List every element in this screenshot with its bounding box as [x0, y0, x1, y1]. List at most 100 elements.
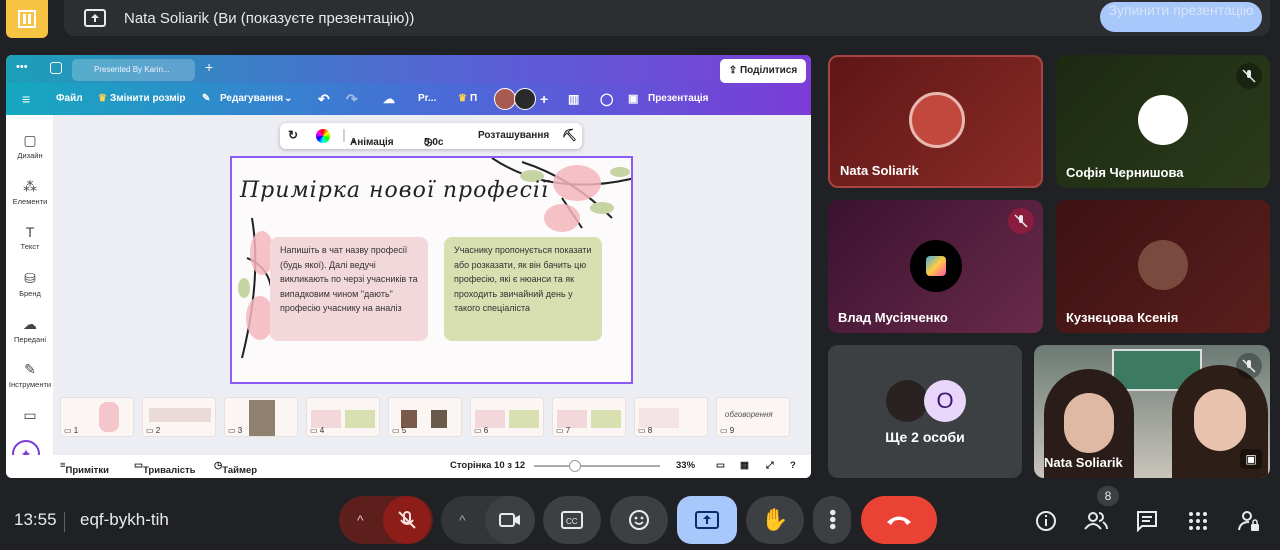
chat-button[interactable] [1134, 508, 1160, 534]
pip-icon[interactable]: ▣ [1240, 449, 1262, 469]
meeting-info-button[interactable] [1033, 508, 1059, 534]
shared-canva-window: ••• Presented By Karin... + – ⧉ ✕ ≡ Файл… [6, 55, 811, 478]
duration-footer-button[interactable]: ▭ Тривалість [134, 460, 196, 476]
brand-icon: ⛁ [24, 270, 36, 286]
thumbnail[interactable]: ▭ 3 [224, 397, 298, 437]
present-button[interactable]: Презентація [648, 83, 709, 115]
more-options-button[interactable]: ••• [813, 496, 851, 544]
mic-off-icon [1236, 353, 1262, 379]
rail-folder[interactable]: ▭ [6, 407, 54, 426]
add-collaborator-icon[interactable]: + [540, 83, 548, 115]
stop-presenting-button[interactable]: Зупинити презентацію [1100, 2, 1262, 32]
emoji-button[interactable] [610, 496, 668, 544]
pencil-icon: ✎ [202, 93, 211, 104]
captions-button[interactable]: CC [543, 496, 601, 544]
menu-resize[interactable]: Змінити розмір [110, 83, 186, 115]
present-screen-button[interactable] [677, 496, 737, 544]
comment-icon: ▭ 1 [64, 426, 79, 435]
rail-tools[interactable]: ✎ Інструменти [6, 361, 54, 389]
thumbnail[interactable]: ▭ 6 [470, 397, 544, 437]
share-button[interactable]: ⇪ Поділитися [720, 59, 806, 83]
zoom-level: 33% [676, 460, 696, 471]
more-participants-tile[interactable]: O Ще 2 особи [828, 345, 1022, 478]
thumbnail[interactable]: ▭ 7 [552, 397, 626, 437]
mic-toggle-button[interactable] [383, 496, 431, 544]
rail-elements[interactable]: ⁂ Елементи [6, 178, 54, 206]
present-icon: ▣ [628, 93, 639, 105]
present-screen-icon [695, 511, 719, 529]
present-screen-icon [80, 6, 110, 30]
menu-file[interactable]: Файл [56, 83, 83, 115]
zoom-slider-track[interactable] [534, 465, 660, 467]
avatar-image [926, 256, 946, 276]
share-label: Поділитися [739, 65, 798, 76]
current-slide[interactable]: Примірка нової професії Напишіть в чат н… [230, 156, 633, 384]
rail-text[interactable]: T Текст [6, 224, 54, 251]
color-wheel-icon[interactable] [316, 129, 330, 143]
new-tab-icon[interactable]: + [205, 59, 213, 75]
redo-icon[interactable]: ↷ [346, 83, 358, 115]
menu-editing[interactable]: Редагування [220, 83, 283, 115]
canva-footer: ≡ Примітки ▭ Тривалість ◷ Таймер Сторінк… [6, 455, 811, 478]
notes-button[interactable]: ≡ Примітки [60, 460, 109, 476]
camera-control: ^ [441, 496, 535, 544]
comment-icon: ▭ 7 [556, 426, 571, 435]
participant-tile[interactable]: Nata Soliarik [828, 55, 1043, 188]
design-icon: ▢ [23, 132, 37, 148]
duration-footer-label: Тривалість [142, 465, 196, 476]
raise-hand-button[interactable]: ✋ [746, 496, 804, 544]
canva-side-rail: ▢ Дизайн ⁂ Елементи T Текст ⛁ Бренд ☁ Передан… [6, 115, 54, 455]
timer-button[interactable]: ◷ Таймер [214, 460, 257, 476]
undo-icon[interactable]: ↶ [318, 83, 330, 115]
comment-icon[interactable]: ◯ [600, 83, 613, 115]
camera-toggle-button[interactable] [485, 496, 535, 544]
element-toolbar: ↻ | ◔ Анімація ◷ 5.0с Розташування ⛏ [280, 123, 582, 149]
people-button[interactable] [1083, 508, 1109, 534]
chevron-down-icon[interactable]: ⌄ [284, 83, 292, 115]
rail-brand[interactable]: ⛁ Бренд [6, 270, 54, 298]
rail-design[interactable]: ▢ Дизайн [6, 132, 54, 160]
participant-tile-camera[interactable]: Nata Soliarik ▣ [1034, 345, 1270, 478]
thumb-number: 7 [565, 426, 571, 435]
upload-icon: ☁ [23, 316, 37, 332]
browser-tab-bar: ••• Presented By Karin... + – ⧉ ✕ [6, 55, 811, 83]
activities-button[interactable] [1185, 508, 1211, 534]
paint-roller-icon[interactable]: ⛏ [562, 128, 577, 142]
chevron-up-icon[interactable]: ^ [459, 512, 466, 528]
participant-tile[interactable]: Влад Мусіяченко [828, 200, 1043, 333]
hamburger-icon[interactable]: ≡ [22, 83, 30, 115]
thumbnail[interactable]: ▭ 2 [142, 397, 216, 437]
avatar [910, 240, 962, 292]
fullscreen-icon[interactable]: ⤢ [766, 460, 774, 471]
participant-tile[interactable]: Софія Чернишова [1056, 55, 1270, 188]
thumbnail[interactable]: ▭ 8 [634, 397, 708, 437]
chat-icon [1137, 511, 1157, 532]
rail-uploads[interactable]: ☁ Передані [6, 316, 54, 344]
position-button[interactable]: Розташування [478, 130, 549, 141]
collaborator-avatar-1[interactable] [494, 88, 516, 110]
collaborator-avatar-2[interactable] [514, 88, 536, 110]
thumbnail[interactable]: обговорення ▭ 9 [716, 397, 790, 437]
end-call-button[interactable] [861, 496, 937, 544]
thumbnail[interactable]: ▭ 1 [60, 397, 134, 437]
thumb-number: 2 [155, 426, 161, 435]
comment-icon: ▭ 2 [146, 426, 161, 435]
menu-project-short[interactable]: П [470, 83, 477, 115]
participant-tile[interactable]: Кузнєцова Ксенія [1056, 200, 1270, 333]
more-icon[interactable]: ••• [16, 61, 28, 73]
browser-tab[interactable]: Presented By Karin... [72, 59, 195, 81]
host-controls-button[interactable] [1236, 508, 1262, 534]
thumbnail[interactable]: ▭ 5 [388, 397, 462, 437]
chevron-up-icon[interactable]: ^ [357, 512, 364, 528]
home-icon[interactable] [50, 62, 62, 74]
more-vert-icon: ••• [821, 509, 843, 531]
help-icon[interactable]: ? [790, 460, 796, 471]
menu-project[interactable]: Pr... [418, 83, 436, 115]
analytics-icon[interactable]: ▥ [568, 83, 579, 115]
thumbnail[interactable]: ▭ 4 [306, 397, 380, 437]
zoom-slider-handle[interactable] [569, 460, 581, 472]
pages-icon[interactable]: ▭ [716, 460, 725, 471]
grid-view-icon[interactable]: ▦ [740, 460, 749, 471]
rotate-icon[interactable]: ↻ [288, 128, 298, 142]
avatar [1138, 240, 1188, 290]
